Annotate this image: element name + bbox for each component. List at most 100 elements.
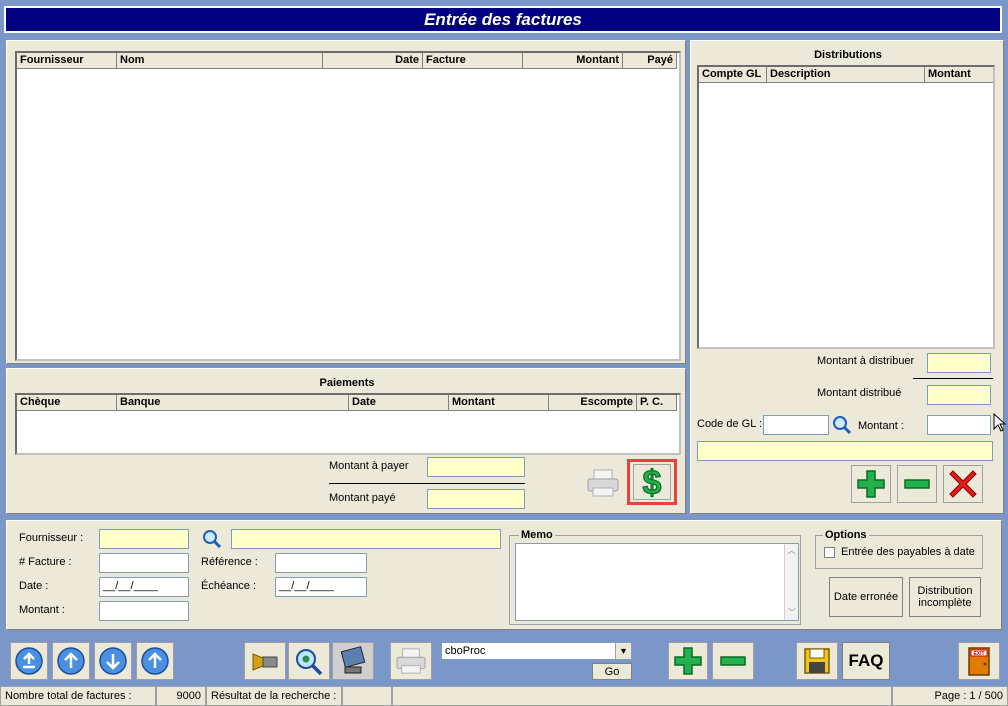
- next-record-button[interactable]: [94, 642, 132, 680]
- add-invoice-button[interactable]: [668, 642, 708, 680]
- floppy-disk-icon: [804, 648, 830, 674]
- add-distribution-button[interactable]: [851, 465, 891, 503]
- save-button[interactable]: [796, 642, 838, 680]
- col-pay-montant[interactable]: Montant: [449, 395, 549, 411]
- col-facture[interactable]: Facture: [423, 53, 523, 69]
- fournisseur-name-field[interactable]: [231, 529, 501, 549]
- montant-a-distribuer-label: Montant à distribuer: [817, 355, 915, 367]
- search-view-button[interactable]: [288, 642, 330, 680]
- faq-button[interactable]: FAQ: [842, 642, 890, 680]
- reference-label: Référence :: [201, 556, 258, 568]
- screen-button[interactable]: [332, 642, 374, 680]
- col-compte-gl[interactable]: Compte GL: [699, 67, 767, 83]
- memo-textarea[interactable]: ︿ ﹀: [515, 543, 799, 621]
- fournisseur-label: Fournisseur :: [19, 532, 84, 544]
- col-banque[interactable]: Banque: [117, 395, 349, 411]
- payables-a-date-label: Entrée des payables à date: [841, 546, 975, 558]
- svg-text:$: $: [643, 465, 662, 499]
- printer-icon: [587, 469, 619, 497]
- date-input[interactable]: __/__/____: [99, 577, 189, 597]
- search-gl-button[interactable]: [831, 415, 853, 435]
- payables-a-date-checkbox[interactable]: [824, 547, 835, 558]
- exit-door-icon: EXIT: [968, 647, 990, 676]
- reference-input[interactable]: [275, 553, 367, 573]
- computer-icon: [340, 646, 366, 674]
- search-fournisseur-button[interactable]: [201, 529, 223, 549]
- first-record-button[interactable]: [10, 642, 48, 680]
- facture-label: # Facture :: [19, 556, 72, 568]
- col-pay-date[interactable]: Date: [349, 395, 449, 411]
- magnifier-icon: [833, 416, 852, 435]
- payments-panel: Paiements Chèque Banque Date Montant Esc…: [6, 368, 686, 514]
- col-dist-montant[interactable]: Montant: [925, 67, 993, 83]
- distributions-title: Distributions: [814, 49, 882, 61]
- montant-paye-label: Montant payé: [329, 492, 396, 504]
- date-erronee-button[interactable]: Date erronée: [829, 577, 903, 617]
- proc-combobox[interactable]: cboProc ▼: [441, 642, 632, 660]
- memo-scrollbar[interactable]: ︿ ﹀: [784, 544, 798, 620]
- go-button[interactable]: Go: [592, 663, 632, 680]
- date-label: Date :: [19, 580, 49, 592]
- col-description[interactable]: Description: [767, 67, 925, 83]
- up-arrow-icon: [57, 647, 85, 675]
- echeance-label: Échéance :: [201, 580, 257, 592]
- col-paye[interactable]: Payé: [623, 53, 677, 69]
- remove-invoice-button[interactable]: [712, 642, 754, 680]
- invoices-grid[interactable]: Fournisseur Nom Date Facture Montant Pay…: [15, 51, 681, 361]
- flashlight-icon: [252, 653, 278, 671]
- montant-distribue-label: Montant distribué: [817, 387, 902, 399]
- find-button[interactable]: [244, 642, 286, 680]
- status-result-value: [342, 686, 392, 706]
- proc-combobox-value: cboProc: [445, 645, 486, 657]
- status-page: Page : 1 / 500: [892, 686, 1008, 706]
- echeance-input[interactable]: __/__/____: [275, 577, 367, 597]
- col-fournisseur[interactable]: Fournisseur: [17, 53, 117, 69]
- pay-button[interactable]: $: [627, 459, 677, 505]
- col-nom[interactable]: Nom: [117, 53, 323, 69]
- dollar-icon: $: [642, 465, 662, 499]
- previous-record-button[interactable]: [52, 642, 90, 680]
- distribution-incomplete-button[interactable]: Distribution incomplète: [909, 577, 981, 617]
- magnifier-icon: [203, 530, 222, 549]
- code-gl-label: Code de GL :: [697, 418, 763, 430]
- montant-a-distribuer-field: [927, 353, 991, 373]
- print-button[interactable]: [390, 642, 432, 680]
- exit-button[interactable]: EXIT: [958, 642, 1000, 680]
- payments-grid[interactable]: Chèque Banque Date Montant Escompte P. C…: [15, 393, 681, 455]
- mouse-cursor-icon: [993, 413, 1007, 432]
- dist-montant-label: Montant :: [858, 420, 904, 432]
- status-total-label: Nombre total de factures :: [0, 686, 156, 706]
- printer-icon: [396, 648, 426, 674]
- exit-sign-text: EXIT: [973, 651, 984, 657]
- red-x-icon: [949, 470, 977, 498]
- distributions-panel: Distributions Compte GL Description Mont…: [690, 40, 1004, 514]
- montant-a-payer-field: [427, 457, 525, 477]
- payments-title: Paiements: [319, 377, 375, 389]
- minus-icon: [720, 656, 746, 666]
- distributions-grid[interactable]: Compte GL Description Montant: [697, 65, 995, 349]
- memo-label: Memo: [519, 529, 555, 541]
- col-montant[interactable]: Montant: [523, 53, 623, 69]
- col-cheque[interactable]: Chèque: [17, 395, 117, 411]
- options-title: Options: [823, 529, 869, 541]
- remove-distribution-button[interactable]: [897, 465, 937, 503]
- col-escompte[interactable]: Escompte: [549, 395, 637, 411]
- print-cheque-button[interactable]: [583, 463, 623, 503]
- chevron-down-icon[interactable]: ▼: [615, 643, 631, 659]
- col-pc[interactable]: P. C.: [637, 395, 677, 411]
- montant-distribue-field: [927, 385, 991, 405]
- status-result-label: Résultat de la recherche :: [206, 686, 342, 706]
- invoices-panel: Fournisseur Nom Date Facture Montant Pay…: [6, 40, 686, 364]
- first-arrow-icon: [15, 647, 43, 675]
- dist-montant-input[interactable]: [927, 415, 991, 435]
- code-gl-input[interactable]: [763, 415, 829, 435]
- facture-input[interactable]: [99, 553, 189, 573]
- col-date[interactable]: Date: [323, 53, 423, 69]
- delete-distribution-button[interactable]: [943, 465, 983, 503]
- montant-label: Montant :: [19, 604, 65, 616]
- minus-icon: [904, 479, 930, 489]
- montant-input[interactable]: [99, 601, 189, 621]
- last-record-button[interactable]: [136, 642, 174, 680]
- fournisseur-input[interactable]: [99, 529, 189, 549]
- down-arrow-icon: [99, 647, 127, 675]
